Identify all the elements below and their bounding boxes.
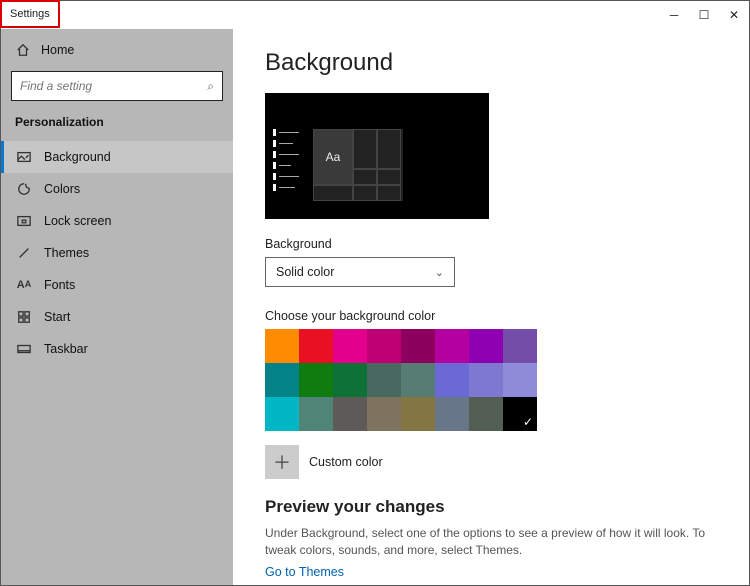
sidebar-item-label: Background [44,150,111,164]
color-swatch[interactable] [503,363,537,397]
color-swatch[interactable] [435,363,469,397]
brush-icon [16,246,32,260]
app-title-highlight: Settings [0,0,60,28]
picture-icon [16,150,32,164]
color-swatch[interactable] [333,397,367,431]
colors-label: Choose your background color [265,309,721,323]
sidebar-item-label: Start [44,310,70,324]
sidebar-item-colors[interactable]: Colors [1,173,233,205]
custom-color-button[interactable]: ＋ [265,445,299,479]
color-swatch[interactable] [333,329,367,363]
chevron-down-icon: ⌄ [435,266,444,279]
page-title: Background [265,49,721,77]
color-swatch[interactable] [401,329,435,363]
color-swatch[interactable] [401,363,435,397]
preview-heading: Preview your changes [265,497,721,517]
color-swatch[interactable] [503,329,537,363]
preview-start-menu [273,129,299,191]
color-swatch[interactable] [367,329,401,363]
preview-tiles: Aa [313,129,403,201]
color-swatch[interactable] [503,397,537,431]
color-swatch[interactable] [333,363,367,397]
app-title: Settings [10,8,50,20]
sidebar-item-fonts[interactable]: AA Fonts [1,269,233,301]
titlebar: Settings ─ ☐ ✕ [1,1,749,29]
sidebar-item-label: Themes [44,246,89,260]
color-swatch[interactable] [299,397,333,431]
color-swatch[interactable] [435,397,469,431]
color-swatch[interactable] [401,397,435,431]
maximize-button[interactable]: ☐ [689,1,719,29]
go-to-themes-link[interactable]: Go to Themes [265,565,721,579]
search-icon: ⌕ [207,79,214,94]
home-nav[interactable]: Home [1,35,233,65]
preview-description: Under Background, select one of the opti… [265,525,721,559]
color-swatch[interactable] [367,363,401,397]
lock-icon [16,214,32,228]
palette-icon [16,182,32,196]
sidebar-item-start[interactable]: Start [1,301,233,333]
color-swatch[interactable] [469,363,503,397]
content-pane: Background Aa Background Solid color ⌄ C… [233,29,749,585]
color-swatch[interactable] [299,363,333,397]
color-swatch[interactable] [299,329,333,363]
custom-color-label: Custom color [309,455,383,469]
color-swatch[interactable] [469,329,503,363]
search-input[interactable] [20,79,207,93]
color-swatch[interactable] [435,329,469,363]
font-icon: AA [16,279,32,291]
sidebar-item-themes[interactable]: Themes [1,237,233,269]
sidebar-item-background[interactable]: Background [1,141,233,173]
sidebar-item-label: Taskbar [44,342,88,356]
home-icon [15,43,31,57]
color-swatch[interactable] [367,397,401,431]
home-label: Home [41,43,74,57]
minimize-button[interactable]: ─ [659,1,689,29]
search-box[interactable]: ⌕ [11,71,223,101]
color-grid [265,329,721,431]
preview-tile-large: Aa [313,129,353,185]
dropdown-value: Solid color [276,265,334,279]
sidebar-item-label: Colors [44,182,80,196]
category-label: Personalization [1,111,233,141]
color-swatch[interactable] [265,363,299,397]
background-type-dropdown[interactable]: Solid color ⌄ [265,257,455,287]
sidebar: Home ⌕ Personalization Background Colors… [1,29,233,585]
start-icon [16,310,32,324]
sidebar-item-lockscreen[interactable]: Lock screen [1,205,233,237]
color-swatch[interactable] [265,329,299,363]
sidebar-item-taskbar[interactable]: Taskbar [1,333,233,365]
sidebar-item-label: Lock screen [44,214,111,228]
taskbar-icon [16,342,32,356]
desktop-preview: Aa [265,93,489,219]
plus-icon: ＋ [273,449,291,475]
color-swatch[interactable] [469,397,503,431]
close-button[interactable]: ✕ [719,1,749,29]
color-swatch[interactable] [265,397,299,431]
sidebar-item-label: Fonts [44,278,75,292]
background-label: Background [265,237,721,251]
